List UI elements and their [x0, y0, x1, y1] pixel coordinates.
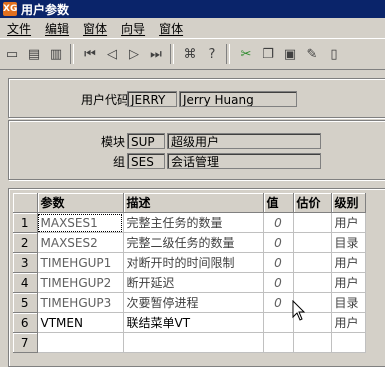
toolbar-separator: [170, 44, 174, 64]
parameter-grid: 参数 描述 值 估价 级别 1 MAXSES1 完整主任务的数量 0 用户 2 …: [13, 193, 366, 353]
desc-cell[interactable]: 断开延迟: [123, 272, 264, 293]
header-value[interactable]: 值: [263, 193, 294, 213]
toolbar-separator: [226, 44, 230, 64]
title-bar: XG 用户参数: [0, 0, 385, 18]
estimate-cell[interactable]: [293, 232, 332, 253]
estimate-cell[interactable]: [293, 272, 332, 293]
desc-cell[interactable]: 对断开时的时间限制: [123, 252, 264, 273]
user-panel: 用户代码 JERRY Jerry Huang: [8, 78, 385, 118]
table-row[interactable]: 5 TIMEHGUP3 次要暂停进程 0 目录: [13, 292, 366, 313]
table-row[interactable]: 7: [13, 332, 366, 353]
param-cell[interactable]: MAXSES2: [37, 232, 124, 253]
module-panel: 模块 SUP 超级用户 组 SES 会话管理: [8, 120, 385, 180]
desc-cell[interactable]: 联结菜单VT: [123, 312, 264, 333]
menu-wizard[interactable]: 向导: [114, 20, 152, 37]
row-number[interactable]: 5: [13, 292, 38, 313]
value-cell[interactable]: 0: [263, 212, 294, 233]
header-estimate[interactable]: 估价: [293, 193, 332, 213]
estimate-cell[interactable]: [293, 212, 332, 233]
grid-header-row: 参数 描述 值 估价 级别: [13, 193, 366, 213]
header-level[interactable]: 级别: [331, 193, 366, 213]
menu-window[interactable]: 窗体: [152, 20, 190, 37]
user-code-field[interactable]: JERRY: [127, 91, 177, 107]
level-cell[interactable]: 用户: [331, 252, 366, 273]
row-number[interactable]: 4: [13, 272, 38, 293]
desc-cell[interactable]: 次要暂停进程: [123, 292, 264, 313]
row-number[interactable]: 1: [13, 212, 38, 233]
parameter-grid-panel: 参数 描述 值 估价 级别 1 MAXSES1 完整主任务的数量 0 用户 2 …: [8, 188, 385, 367]
param-cell[interactable]: [37, 332, 124, 353]
attachment-icon[interactable]: ⌘: [180, 44, 200, 64]
last-record-icon[interactable]: ⏭: [146, 44, 166, 64]
table-row[interactable]: 4 TIMEHGUP2 断开延迟 0 用户: [13, 272, 366, 293]
level-cell[interactable]: [331, 332, 366, 353]
level-cell[interactable]: 用户: [331, 312, 366, 333]
table-row[interactable]: 6 VTMEN 联结菜单VT 用户: [13, 312, 366, 333]
window-title: 用户参数: [21, 2, 70, 17]
desc-cell[interactable]: [123, 332, 264, 353]
grid-corner: [13, 193, 38, 213]
level-cell[interactable]: 用户: [331, 212, 366, 233]
next-record-icon[interactable]: ▷: [124, 44, 144, 64]
row-number[interactable]: 2: [13, 232, 38, 253]
module-name-field[interactable]: 超级用户: [167, 133, 321, 149]
group-name-field[interactable]: 会话管理: [167, 153, 321, 169]
value-cell[interactable]: 0: [263, 232, 294, 253]
module-code-field[interactable]: SUP: [127, 133, 165, 149]
module-label: 模块: [100, 135, 125, 149]
prev-record-icon[interactable]: ◁: [102, 44, 122, 64]
paste-icon[interactable]: ▣: [280, 44, 300, 64]
group-label: 组: [112, 155, 125, 169]
edit-icon[interactable]: ✎: [302, 44, 322, 64]
table-row[interactable]: 2 MAXSES2 完整二级任务的数量 0 目录: [13, 232, 366, 253]
first-record-icon[interactable]: ⏮: [80, 44, 100, 64]
row-number[interactable]: 7: [13, 332, 38, 353]
menu-bar: 文件 编辑 窗体 向导 窗体: [0, 19, 385, 37]
param-cell[interactable]: TIMEHGUP1: [37, 252, 124, 273]
help-icon[interactable]: ?: [202, 44, 222, 64]
param-cell[interactable]: MAXSES1: [37, 212, 124, 233]
user-name-field[interactable]: Jerry Huang: [179, 91, 297, 107]
param-cell[interactable]: TIMEHGUP3: [37, 292, 124, 313]
save-icon[interactable]: ▭: [2, 44, 22, 64]
level-cell[interactable]: 用户: [331, 272, 366, 293]
print-preview-icon[interactable]: ▥: [46, 44, 66, 64]
row-number[interactable]: 3: [13, 252, 38, 273]
group-code-field[interactable]: SES: [127, 153, 165, 169]
level-cell[interactable]: 目录: [331, 292, 366, 313]
new-icon[interactable]: ▯: [324, 44, 344, 64]
table-row[interactable]: 3 TIMEHGUP1 对断开时的时间限制 0 用户: [13, 252, 366, 273]
param-cell[interactable]: TIMEHGUP2: [37, 272, 124, 293]
menu-file[interactable]: 文件: [0, 20, 38, 37]
estimate-cell[interactable]: [293, 332, 332, 353]
param-cell[interactable]: VTMEN: [37, 312, 124, 333]
value-cell[interactable]: [263, 312, 294, 333]
cut-icon[interactable]: ✂: [236, 44, 256, 64]
menu-edit[interactable]: 编辑: [38, 20, 76, 37]
toolbar-separator: [70, 44, 74, 64]
level-cell[interactable]: 目录: [331, 232, 366, 253]
value-cell[interactable]: 0: [263, 292, 294, 313]
header-param[interactable]: 参数: [37, 193, 124, 213]
app-logo-icon: XG: [3, 2, 18, 16]
estimate-cell[interactable]: [293, 252, 332, 273]
print-icon[interactable]: ▤: [24, 44, 44, 64]
copy-icon[interactable]: ❐: [258, 44, 278, 64]
desc-cell[interactable]: 完整二级任务的数量: [123, 232, 264, 253]
value-cell[interactable]: 0: [263, 272, 294, 293]
menu-form[interactable]: 窗体: [76, 20, 114, 37]
value-cell[interactable]: 0: [263, 252, 294, 273]
row-number[interactable]: 6: [13, 312, 38, 333]
toolbar: ▭ ▤ ▥ ⏮ ◁ ▷ ⏭ ⌘ ? ✂ ❐ ▣ ✎ ▯: [0, 38, 385, 70]
user-code-label: 用户代码: [80, 93, 129, 107]
mouse-pointer-icon: [292, 300, 306, 321]
desc-cell[interactable]: 完整主任务的数量: [123, 212, 264, 233]
value-cell[interactable]: [263, 332, 294, 353]
header-desc[interactable]: 描述: [123, 193, 264, 213]
table-row[interactable]: 1 MAXSES1 完整主任务的数量 0 用户: [13, 212, 366, 233]
